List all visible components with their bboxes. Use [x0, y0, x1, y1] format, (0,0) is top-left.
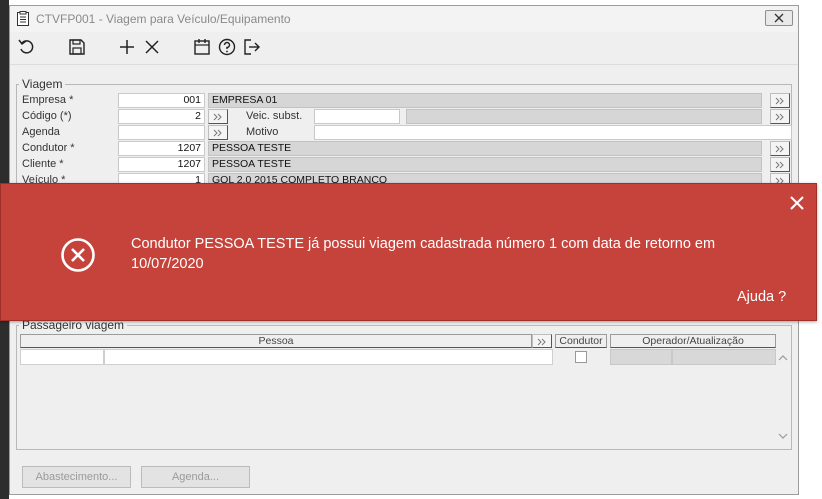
motivo-input[interactable] — [314, 125, 792, 140]
close-icon — [774, 13, 784, 23]
lookup-icon — [213, 129, 222, 137]
condutor-name-field: PESSOA TESTE — [208, 141, 762, 156]
delete-icon[interactable] — [142, 37, 162, 57]
help-icon[interactable] — [217, 37, 237, 57]
grid-cell-operador — [610, 349, 672, 365]
window-close-button[interactable] — [765, 10, 793, 26]
window-title: CTVFP001 - Viagem para Veículo/Equipamen… — [36, 12, 291, 26]
lookup-icon — [775, 113, 784, 121]
error-circle-icon — [60, 237, 96, 273]
column-header-condutor[interactable]: Condutor — [555, 334, 607, 348]
agenda-button[interactable]: Agenda... — [141, 466, 250, 488]
agenda-label: Agenda — [22, 126, 60, 138]
undo-icon[interactable] — [17, 37, 37, 57]
toolbar — [10, 32, 798, 62]
motivo-label: Motivo — [246, 126, 279, 138]
codigo-label: Código (*) — [22, 110, 72, 122]
codigo-input[interactable]: 2 — [118, 109, 205, 124]
codigo-lookup-button[interactable] — [208, 109, 228, 124]
lookup-icon — [775, 145, 784, 153]
add-icon[interactable] — [117, 37, 137, 57]
cliente-lookup-button[interactable] — [770, 157, 790, 172]
column-header-pessoa[interactable]: Pessoa — [20, 334, 532, 348]
scroll-down-icon[interactable] — [778, 431, 788, 441]
empresa-name-field: EMPRESA 01 — [208, 93, 762, 108]
exit-icon[interactable] — [242, 37, 262, 57]
condutor-code-input[interactable]: 1207 — [118, 141, 205, 156]
save-icon[interactable] — [67, 37, 87, 57]
lookup-icon — [213, 113, 222, 121]
veic-subst-input[interactable] — [314, 109, 400, 124]
agenda-lookup-button[interactable] — [208, 125, 228, 140]
lookup-icon — [537, 338, 546, 346]
column-header-operador[interactable]: Operador/Atualização — [610, 334, 776, 348]
cliente-label: Cliente * — [22, 158, 64, 170]
empresa-code-input[interactable]: 001 — [118, 93, 205, 108]
condutor-checkbox[interactable] — [575, 351, 587, 363]
toolbar-divider — [10, 64, 798, 65]
pessoa-lookup-button[interactable] — [532, 334, 552, 348]
abastecimento-button[interactable]: Abastecimento... — [22, 466, 131, 488]
grid-cell-pessoa-code[interactable] — [20, 349, 104, 365]
help-link[interactable]: Ajuda ? — [737, 289, 786, 305]
veic-subst-label: Veic. subst. — [246, 110, 303, 122]
veic-subst-name-field — [406, 109, 762, 124]
agenda-input[interactable] — [118, 125, 205, 140]
empresa-lookup-button[interactable] — [770, 93, 790, 108]
error-message: Condutor PESSOA TESTE já possui viagem c… — [131, 236, 716, 272]
viagem-group-title: Viagem — [19, 77, 66, 91]
title-bar: CTVFP001 - Viagem para Veículo/Equipamen… — [10, 6, 798, 32]
cliente-code-input[interactable]: 1207 — [118, 157, 205, 172]
veic-subst-lookup-button[interactable] — [770, 109, 790, 124]
document-icon — [16, 11, 30, 27]
scroll-up-icon[interactable] — [778, 353, 788, 363]
grid-cell-pessoa-name[interactable] — [104, 349, 553, 365]
lookup-icon — [775, 161, 784, 169]
condutor-lookup-button[interactable] — [770, 141, 790, 156]
condutor-label: Condutor * — [22, 142, 75, 154]
grid-cell-atualizacao — [672, 349, 776, 365]
empresa-label: Empresa * — [22, 94, 74, 106]
calendar-icon[interactable] — [192, 37, 212, 57]
error-notification: Condutor PESSOA TESTE já possui viagem c… — [0, 183, 817, 321]
lookup-icon — [775, 97, 784, 105]
cliente-name-field: PESSOA TESTE — [208, 157, 762, 172]
close-icon[interactable] — [788, 194, 806, 212]
